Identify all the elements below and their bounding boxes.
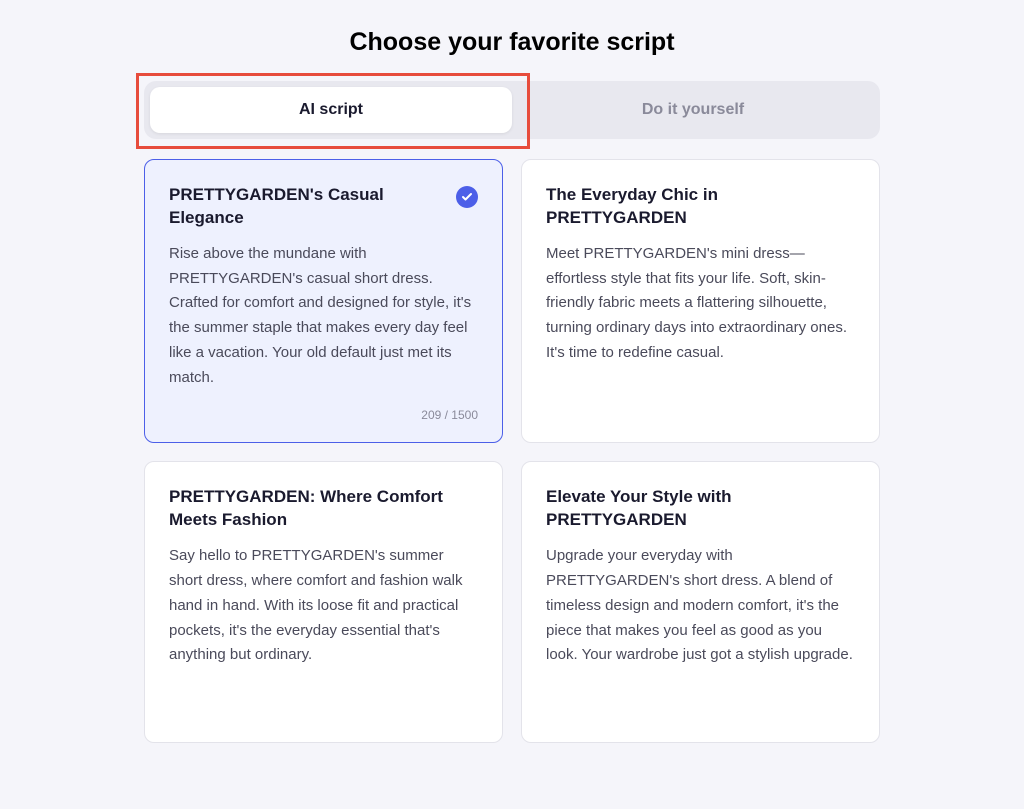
tabs-container: AI script Do it yourself xyxy=(144,81,880,139)
script-card[interactable]: PRETTYGARDEN: Where Comfort Meets Fashio… xyxy=(144,461,503,743)
script-card[interactable]: PRETTYGARDEN's Casual Elegance Rise abov… xyxy=(144,159,503,443)
card-header: The Everyday Chic in PRETTYGARDEN xyxy=(546,184,855,230)
card-body: Upgrade your everyday with PRETTYGARDEN'… xyxy=(546,544,855,722)
tab-bar: AI script Do it yourself xyxy=(144,81,880,139)
script-card[interactable]: Elevate Your Style with PRETTYGARDEN Upg… xyxy=(521,461,880,743)
card-title: Elevate Your Style with PRETTYGARDEN xyxy=(546,486,855,532)
card-title: PRETTYGARDEN: Where Comfort Meets Fashio… xyxy=(169,486,478,532)
script-card[interactable]: The Everyday Chic in PRETTYGARDEN Meet P… xyxy=(521,159,880,443)
card-body: Say hello to PRETTYGARDEN's summer short… xyxy=(169,544,478,722)
char-count: 209 / 1500 xyxy=(169,408,478,422)
card-title: The Everyday Chic in PRETTYGARDEN xyxy=(546,184,855,230)
card-header: PRETTYGARDEN's Casual Elegance xyxy=(169,184,478,230)
card-body: Rise above the mundane with PRETTYGARDEN… xyxy=(169,242,478,391)
check-icon xyxy=(456,186,478,208)
tab-ai-script[interactable]: AI script xyxy=(150,87,512,133)
page-title: Choose your favorite script xyxy=(349,28,674,57)
card-title: PRETTYGARDEN's Casual Elegance xyxy=(169,184,446,230)
tab-do-it-yourself[interactable]: Do it yourself xyxy=(512,87,874,133)
script-cards-grid: PRETTYGARDEN's Casual Elegance Rise abov… xyxy=(144,159,880,743)
card-body: Meet PRETTYGARDEN's mini dress—effortles… xyxy=(546,242,855,423)
card-header: PRETTYGARDEN: Where Comfort Meets Fashio… xyxy=(169,486,478,532)
card-header: Elevate Your Style with PRETTYGARDEN xyxy=(546,486,855,532)
